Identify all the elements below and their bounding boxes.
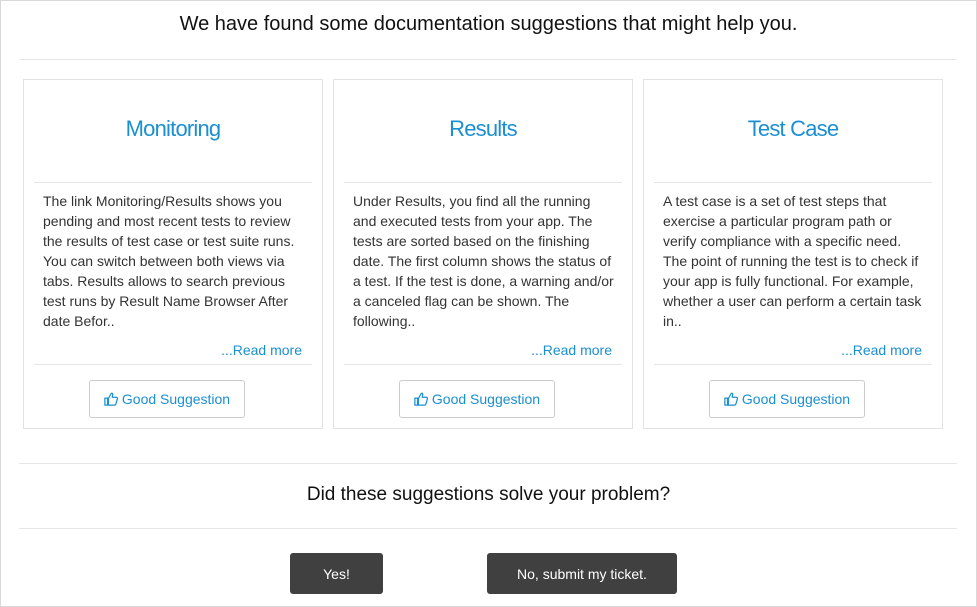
good-suggestion-button[interactable]: Good Suggestion <box>399 380 555 418</box>
good-suggestion-button[interactable]: Good Suggestion <box>89 380 245 418</box>
card-divider <box>34 182 312 183</box>
card-excerpt: A test case is a set of test steps that … <box>663 193 922 329</box>
card-divider <box>344 182 622 183</box>
read-more-link[interactable]: ...Read more <box>221 340 302 360</box>
card-divider <box>34 364 312 365</box>
thumbs-up-icon <box>414 392 428 406</box>
card-title[interactable]: Results <box>334 116 632 142</box>
good-suggestion-label: Good Suggestion <box>431 391 541 407</box>
card-title[interactable]: Test Case <box>644 116 942 142</box>
card-title[interactable]: Monitoring <box>24 116 322 142</box>
thumbs-up-icon <box>724 392 738 406</box>
divider <box>19 463 957 464</box>
page-title: We have found some documentation suggest… <box>179 13 798 35</box>
good-suggestion-label: Good Suggestion <box>121 391 231 407</box>
card-divider <box>344 364 622 365</box>
good-suggestion-label: Good Suggestion <box>741 391 851 407</box>
suggestions-panel: We have found some documentation suggest… <box>0 0 977 607</box>
card-divider <box>654 182 932 183</box>
read-more-link[interactable]: ...Read more <box>531 340 612 360</box>
yes-button[interactable]: Yes! <box>290 553 383 594</box>
card-excerpt: The link Monitoring/Results shows you pe… <box>43 193 295 329</box>
suggestion-card-results: Results Under Results, you find all the … <box>333 79 633 429</box>
suggestion-card-monitoring: Monitoring The link Monitoring/Results s… <box>23 79 323 429</box>
feedback-question: Did these suggestions solve your problem… <box>306 484 671 505</box>
card-divider <box>654 364 932 365</box>
submit-ticket-button[interactable]: No, submit my ticket. <box>487 553 677 594</box>
divider <box>19 528 957 529</box>
read-more-link[interactable]: ...Read more <box>841 340 922 360</box>
thumbs-up-icon <box>104 392 118 406</box>
suggestion-card-test-case: Test Case A test case is a set of test s… <box>643 79 943 429</box>
card-excerpt: Under Results, you find all the running … <box>353 193 614 329</box>
good-suggestion-button[interactable]: Good Suggestion <box>709 380 865 418</box>
divider <box>19 59 957 60</box>
